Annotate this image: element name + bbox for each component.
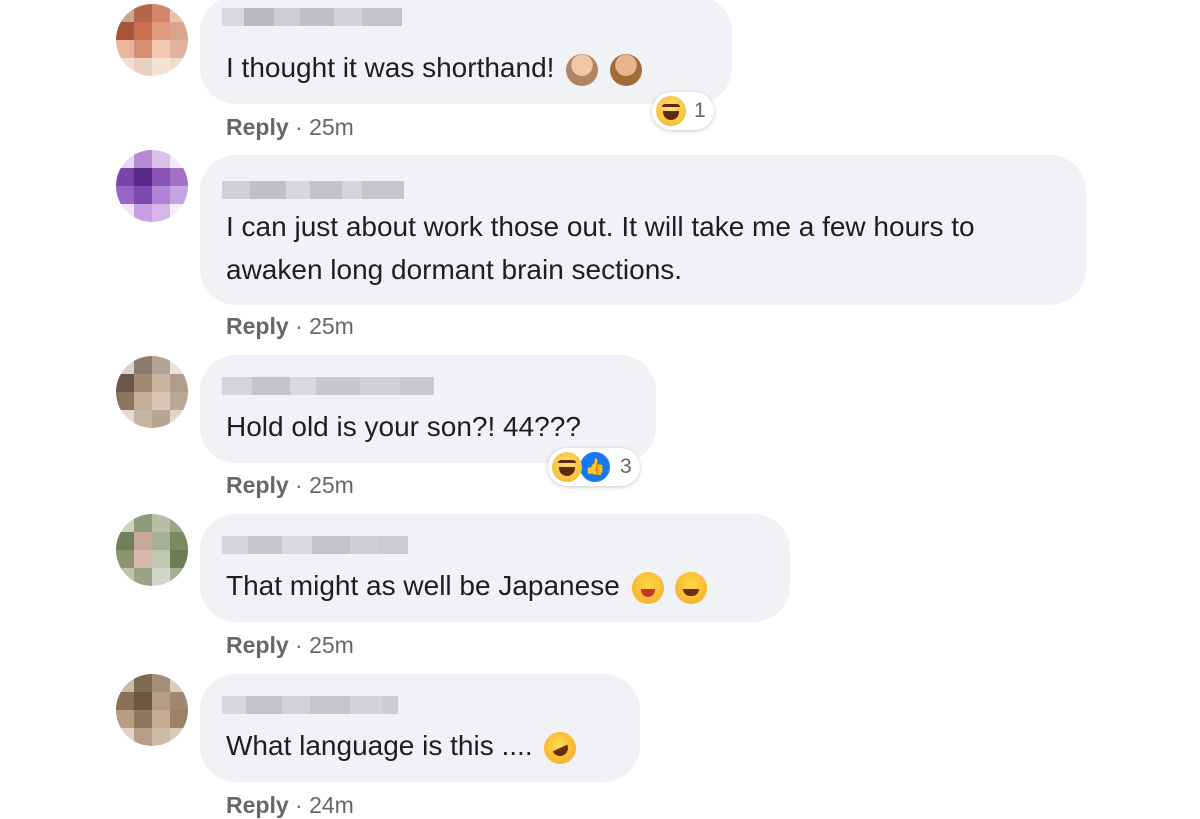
reaction-summary[interactable]: 👍 3 bbox=[548, 448, 640, 486]
comment-bubble: That might as well be Japanese bbox=[200, 514, 790, 622]
avatar[interactable] bbox=[116, 356, 188, 428]
woman-shrugging-icon bbox=[566, 53, 599, 86]
rolling-on-floor-laughing-icon bbox=[539, 726, 582, 769]
comment-meta: Reply · 25m bbox=[226, 114, 354, 141]
reaction-summary[interactable]: 1 bbox=[652, 92, 714, 130]
comment-timestamp[interactable]: · 25m bbox=[295, 472, 354, 498]
comment-timestamp[interactable]: · 25m bbox=[295, 114, 354, 140]
zany-face-icon bbox=[675, 571, 708, 604]
reaction-count: 3 bbox=[620, 455, 632, 478]
winking-tongue-face-icon bbox=[631, 571, 664, 604]
reply-button[interactable]: Reply bbox=[226, 313, 289, 339]
reply-button[interactable]: Reply bbox=[226, 114, 289, 140]
comment-bubble: What language is this .... bbox=[200, 674, 640, 782]
avatar[interactable] bbox=[116, 150, 188, 222]
author-name-blurred[interactable] bbox=[222, 377, 434, 395]
comment-text: That might as well be Japanese bbox=[226, 564, 770, 607]
reply-button[interactable]: Reply bbox=[226, 792, 289, 818]
avatar[interactable] bbox=[116, 514, 188, 586]
comment-text: Hold old is your son?! 44??? bbox=[226, 411, 581, 442]
haha-reaction-icon bbox=[552, 452, 582, 482]
comment-timestamp[interactable]: · 24m bbox=[295, 792, 354, 818]
comment-meta: Reply · 24m bbox=[226, 792, 354, 819]
comment-text: What language is this .... bbox=[226, 724, 620, 769]
reply-button[interactable]: Reply bbox=[226, 632, 289, 658]
avatar[interactable] bbox=[116, 4, 188, 76]
woman-shrugging-icon bbox=[610, 53, 642, 86]
comment-meta: Reply · 25m bbox=[226, 313, 354, 340]
comment-timestamp[interactable]: · 25m bbox=[295, 313, 354, 339]
reaction-count: 1 bbox=[694, 99, 706, 122]
comment-text: I can just about work those out. It will… bbox=[226, 211, 975, 285]
comment-text: I thought it was shorthand! bbox=[226, 46, 712, 89]
avatar[interactable] bbox=[116, 674, 188, 746]
author-name-blurred[interactable] bbox=[222, 536, 408, 554]
author-name-blurred[interactable] bbox=[222, 181, 404, 199]
reply-button[interactable]: Reply bbox=[226, 472, 289, 498]
like-reaction-icon: 👍 bbox=[578, 450, 612, 484]
comment-timestamp[interactable]: · 25m bbox=[295, 632, 354, 658]
comment-bubble: I thought it was shorthand! bbox=[200, 0, 732, 104]
comment-meta: Reply · 25m bbox=[226, 472, 354, 499]
comment-bubble: Hold old is your son?! 44??? bbox=[200, 355, 656, 463]
comment-bubble: I can just about work those out. It will… bbox=[200, 155, 1086, 305]
author-name-blurred[interactable] bbox=[222, 696, 398, 714]
haha-reaction-icon bbox=[656, 96, 686, 126]
author-name-blurred[interactable] bbox=[222, 8, 402, 26]
comment-meta: Reply · 25m bbox=[226, 632, 354, 659]
